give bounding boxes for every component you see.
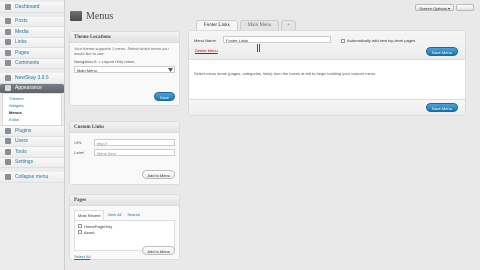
media-icon: [5, 28, 11, 35]
appearance-submenu: Themes Widgets Menus Editor: [2, 94, 62, 126]
delete-menu-link[interactable]: Delete Menu: [195, 48, 218, 53]
menu-tabs: Footer Links Main Menu +: [196, 20, 298, 30]
custom-links-box: Custom Links URL http:// Label Menu Item…: [69, 121, 180, 185]
appearance-icon: [70, 11, 82, 21]
sidebar-item-label: Comments: [15, 60, 40, 67]
submenu-item-themes[interactable]: Themes: [9, 95, 61, 102]
add-menu-tab[interactable]: +: [281, 20, 297, 30]
sidebar-item-label: Media: [15, 28, 29, 35]
tab-search[interactable]: Search: [124, 210, 143, 220]
link-label-label: Label: [74, 150, 84, 155]
page-title: Menus: [86, 10, 114, 22]
theme-icon: [5, 74, 11, 81]
sidebar-item-label: Links: [15, 39, 27, 46]
theme-locations-title[interactable]: Theme Locations: [70, 32, 179, 43]
theme-locations-description: Your theme supports 1 menu. Select which…: [74, 46, 169, 56]
sidebar-item-pages[interactable]: Pages: [0, 48, 64, 59]
sidebar-item-newskay[interactable]: NewSkay 3.9.5: [0, 73, 64, 84]
pages-box: Pages Most Recent View All Search HomePa…: [69, 194, 180, 260]
links-icon: [5, 39, 11, 46]
admin-sidebar: Dashboard Posts Media Links Pages Commen…: [0, 0, 65, 270]
location-label: Navigation 0: = Layout Only menu: [74, 59, 135, 64]
sidebar-item-comments[interactable]: Comments: [0, 58, 64, 69]
tab-footer-links[interactable]: Footer Links: [196, 20, 238, 30]
url-label: URL: [74, 140, 83, 145]
location-select[interactable]: Main Menu: [74, 66, 175, 73]
tools-icon: [5, 148, 11, 155]
menu-name-label: Menu Name: [194, 38, 216, 43]
chevron-down-icon: [168, 68, 173, 72]
tab-view-all[interactable]: View All: [104, 210, 124, 220]
save-locations-button[interactable]: Save: [153, 92, 175, 101]
sidebar-item-posts[interactable]: Posts: [0, 16, 64, 27]
add-pages-button[interactable]: Add to Menu: [142, 246, 175, 255]
menu-editor-footer: Save Menu: [189, 99, 465, 115]
sidebar-item-label: Users: [15, 138, 29, 145]
location-select-value: Main Menu: [77, 68, 97, 73]
sidebar-item-label: Collapse menu: [15, 173, 49, 180]
add-custom-link-button[interactable]: Add to Menu: [142, 170, 175, 179]
menu-editor-message: Select menu items (pages, categories, li…: [194, 71, 377, 76]
submenu-item-menus[interactable]: Menus: [9, 109, 61, 116]
sidebar-item-label: Pages: [15, 49, 30, 56]
dashboard-icon: [5, 3, 11, 10]
sidebar-item-media[interactable]: Media: [0, 27, 64, 38]
pages-title[interactable]: Pages: [70, 195, 179, 206]
save-menu-button[interactable]: Save Menu: [425, 47, 458, 56]
users-icon: [5, 138, 11, 145]
screen-options-button[interactable]: Screen Options ▾: [415, 4, 454, 11]
auto-add-checkbox[interactable]: [341, 38, 345, 43]
posts-icon: [5, 18, 11, 25]
settings-icon: [5, 159, 11, 166]
list-item[interactable]: About: [78, 229, 171, 235]
text-cursor-icon: [257, 44, 260, 52]
sidebar-item-links[interactable]: Links: [0, 37, 64, 48]
menu-editor: Menu Name Footer Links Automatically add…: [188, 30, 466, 116]
sidebar-item-label: Appearance: [15, 85, 42, 92]
pages-icon: [5, 49, 11, 56]
pages-tabs: Most Recent View All Search: [74, 210, 175, 221]
sidebar-item-label: Tools: [15, 148, 27, 155]
appearance-icon: [5, 85, 11, 92]
page-header: Menus: [70, 9, 113, 23]
help-button[interactable]: [456, 4, 474, 11]
sidebar-item-label: Settings: [15, 159, 34, 166]
checkbox[interactable]: [78, 224, 82, 228]
menu-name-input[interactable]: Footer Links: [223, 36, 331, 43]
collapse-icon: [5, 173, 11, 180]
auto-add-option[interactable]: Automatically add new top-level pages: [341, 38, 415, 43]
sidebar-item-label: Posts: [15, 18, 28, 25]
sidebar-item-collapse[interactable]: Collapse menu: [0, 172, 64, 183]
link-label-input[interactable]: Menu Item: [94, 149, 175, 156]
checkbox[interactable]: [78, 230, 82, 234]
url-input[interactable]: http://: [94, 139, 175, 146]
sidebar-item-label: Dashboard: [15, 3, 40, 10]
sidebar-item-settings[interactable]: Settings: [0, 157, 64, 168]
custom-links-title[interactable]: Custom Links: [70, 122, 179, 133]
sidebar-item-appearance[interactable]: Appearance: [0, 83, 64, 94]
sidebar-item-plugins[interactable]: Plugins: [0, 126, 64, 137]
save-menu-button-bottom[interactable]: Save Menu: [425, 103, 458, 112]
submenu-item-widgets[interactable]: Widgets: [9, 102, 61, 109]
sidebar-item-dashboard[interactable]: Dashboard: [0, 2, 64, 13]
sidebar-item-label: Plugins: [15, 127, 32, 134]
comments-icon: [5, 60, 11, 67]
sidebar-item-label: NewSkay 3.9.5: [15, 74, 49, 81]
plugins-icon: [5, 127, 11, 134]
tab-most-recent[interactable]: Most Recent: [74, 210, 105, 220]
sidebar-item-users[interactable]: Users: [0, 136, 64, 147]
theme-locations-box: Theme Locations Your theme supports 1 me…: [69, 31, 180, 106]
sidebar-item-tools[interactable]: Tools: [0, 147, 64, 158]
top-bar: Screen Options ▾: [66, 0, 480, 11]
tab-main-menu[interactable]: Main Menu: [239, 20, 280, 30]
auto-add-label: Automatically add new top-level pages: [347, 38, 416, 43]
submenu-item-editor[interactable]: Editor: [9, 116, 61, 123]
menu-editor-header: Menu Name Footer Links Automatically add…: [189, 31, 465, 60]
